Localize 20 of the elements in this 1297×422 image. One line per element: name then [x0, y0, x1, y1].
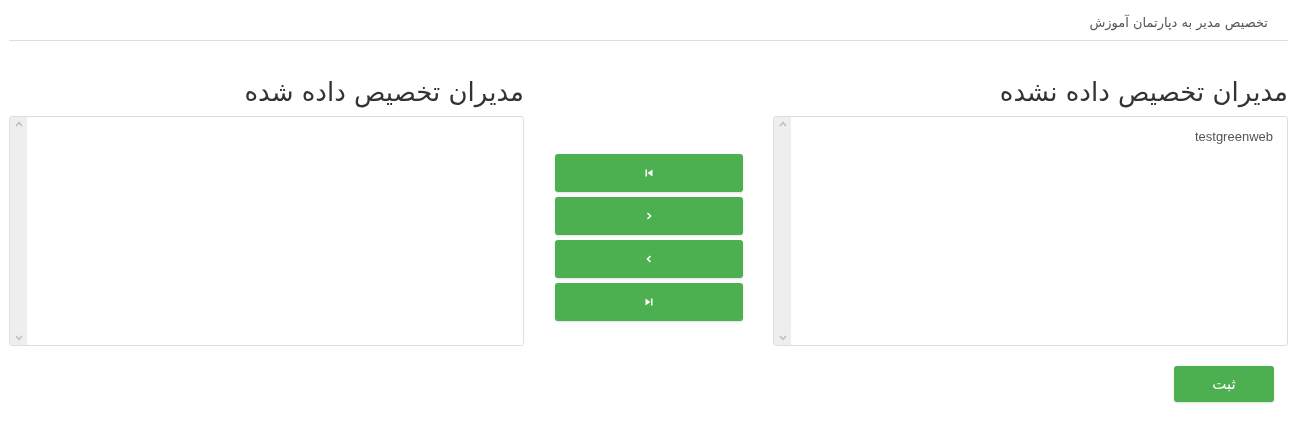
transfer-button[interactable] [554, 154, 743, 192]
scrollbar[interactable] [10, 117, 27, 345]
scroll-up-icon[interactable] [778, 121, 787, 127]
scroll-down-icon[interactable] [14, 335, 23, 341]
transfer-button[interactable] [554, 240, 743, 278]
scroll-up-icon[interactable] [14, 121, 23, 127]
page-title: تخصیص مدیر به دپارتمان آموزش [1089, 13, 1268, 33]
list-box[interactable]: testgreenweb [773, 116, 1288, 346]
list-heading: مدیران تخصیص داده شده [243, 76, 524, 110]
list-box[interactable] [9, 116, 524, 346]
chevron-left-icon [644, 255, 653, 263]
transfer-button[interactable] [554, 283, 743, 321]
list-heading: مدیران تخصیص داده نشده [998, 76, 1288, 110]
scrollbar[interactable] [774, 117, 791, 345]
skip-left-icon [644, 169, 653, 177]
transfer-button[interactable] [554, 197, 743, 235]
scroll-down-icon[interactable] [778, 335, 787, 341]
list-item[interactable]: testgreenweb [1194, 127, 1273, 147]
skip-right-icon [644, 298, 653, 306]
chevron-right-icon [644, 212, 653, 220]
